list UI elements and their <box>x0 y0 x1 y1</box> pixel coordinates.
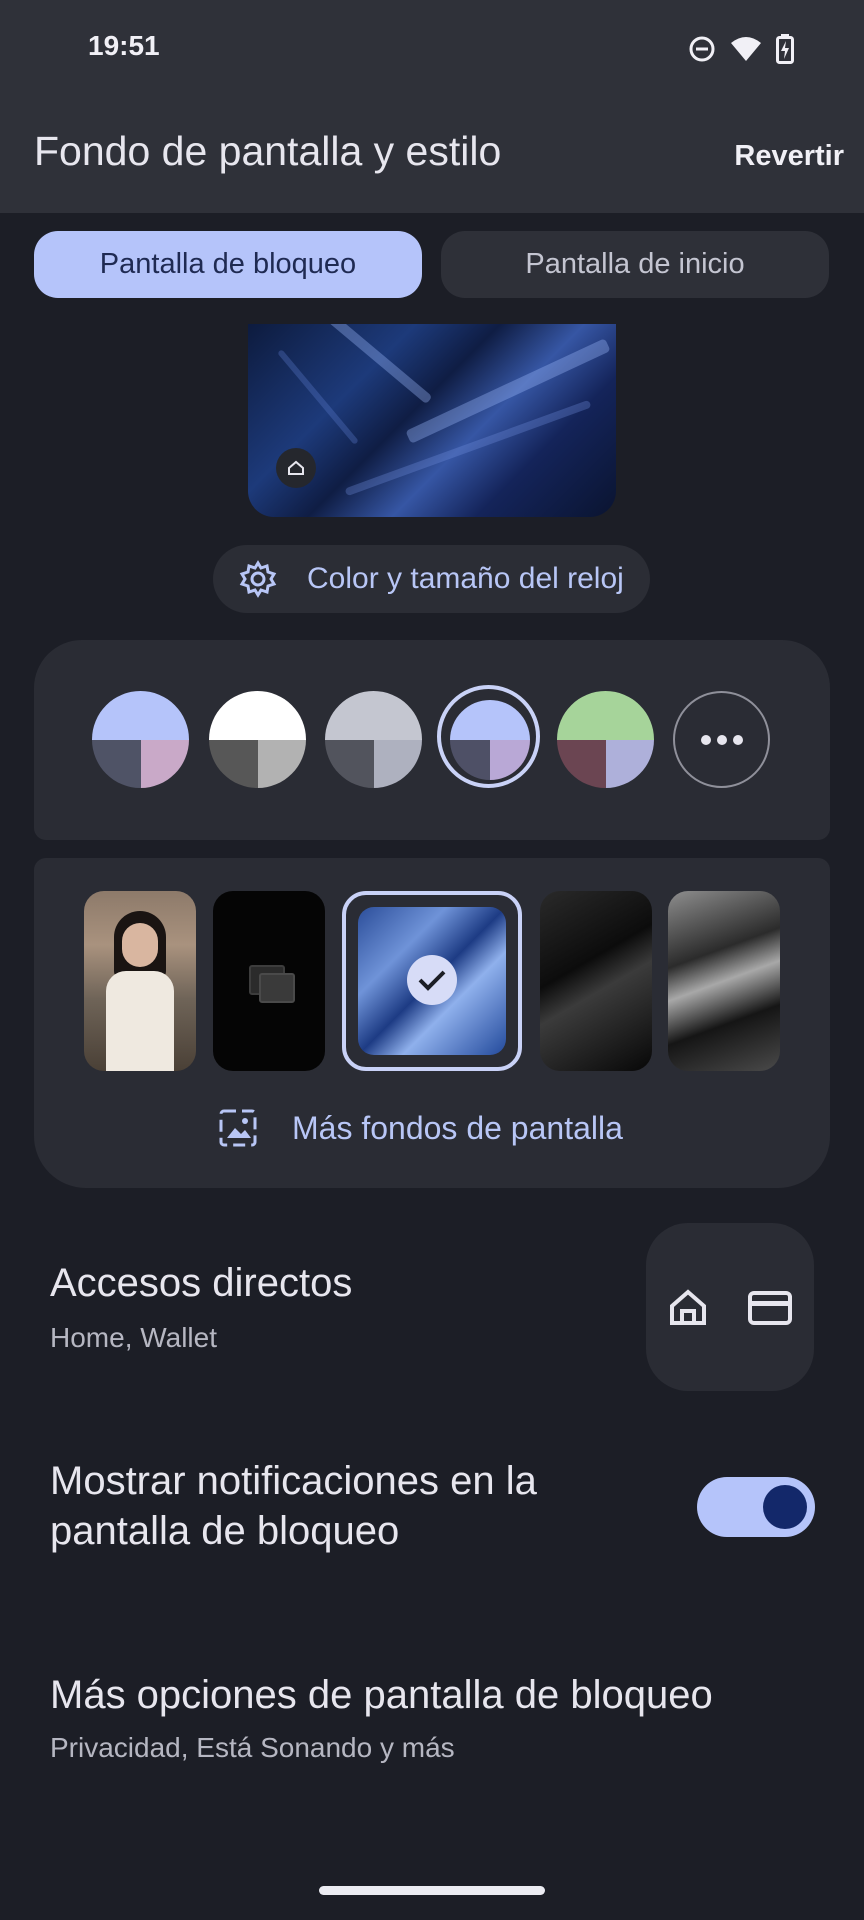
color-option-3[interactable] <box>325 691 422 788</box>
tab-lock-screen[interactable]: Pantalla de bloqueo <box>34 231 422 298</box>
status-time: 19:51 <box>88 30 160 61</box>
shortcuts-subtitle: Home, Wallet <box>50 1322 218 1353</box>
clock-button-label: Color y tamaño del reloj <box>307 562 624 595</box>
home-icon <box>670 1289 706 1325</box>
revert-button[interactable]: Revertir <box>734 140 844 173</box>
checkmark-icon <box>407 955 457 1005</box>
more-horizontal-icon <box>700 734 743 745</box>
wallpaper-photo-portrait[interactable] <box>84 891 196 1071</box>
lock-screen-preview[interactable] <box>248 324 616 517</box>
notifications-title-line1[interactable]: Mostrar notificaciones en la <box>50 1456 537 1506</box>
do-not-disturb-icon <box>689 36 715 62</box>
status-icons <box>688 34 794 64</box>
shortcuts-preview[interactable] <box>646 1223 814 1391</box>
color-option-4[interactable] <box>450 700 530 780</box>
battery-charging-icon <box>776 34 794 64</box>
clock-color-size-button[interactable]: Color y tamaño del reloj <box>213 545 650 613</box>
toggle-knob <box>763 1485 807 1529</box>
wallpaper-black-crystal[interactable] <box>540 891 652 1071</box>
wallpaper-dark-photos[interactable] <box>213 891 325 1071</box>
more-wallpapers-label: Más fondos de pantalla <box>292 1109 623 1146</box>
more-wallpapers-button[interactable]: Más fondos de pantalla <box>218 1108 623 1148</box>
more-options-subtitle: Privacidad, Está Sonando y más <box>50 1732 455 1763</box>
color-option-2[interactable] <box>209 691 306 788</box>
more-options-title[interactable]: Más opciones de pantalla de bloqueo <box>50 1670 713 1720</box>
more-colors-button[interactable] <box>673 691 770 788</box>
wallet-icon <box>748 1291 792 1325</box>
gear-icon <box>239 560 277 598</box>
gesture-home-bar[interactable] <box>319 1886 545 1895</box>
page-title: Fondo de pantalla y estilo <box>34 128 502 174</box>
gallery-icon <box>219 1109 257 1147</box>
tab-home-screen[interactable]: Pantalla de inicio <box>441 231 829 298</box>
color-option-1[interactable] <box>92 691 189 788</box>
home-icon <box>276 448 316 488</box>
notifications-toggle[interactable] <box>697 1477 815 1537</box>
shortcuts-title[interactable]: Accesos directos <box>50 1258 352 1308</box>
color-option-5[interactable] <box>557 691 654 788</box>
wifi-icon <box>731 37 761 61</box>
wallpaper-grey-crystal[interactable] <box>668 891 780 1071</box>
notifications-title-line2[interactable]: pantalla de bloqueo <box>50 1506 399 1556</box>
